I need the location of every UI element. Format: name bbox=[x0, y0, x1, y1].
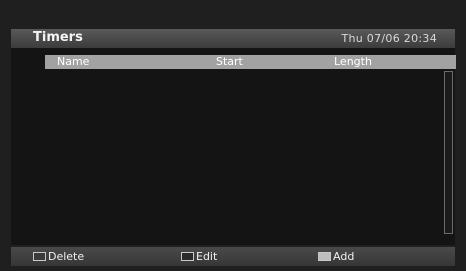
table-header: Name Start Length bbox=[45, 55, 456, 69]
column-header-name: Name bbox=[57, 55, 90, 68]
timer-list-panel: Name Start Length bbox=[11, 48, 456, 245]
column-header-length: Length bbox=[334, 55, 372, 68]
red-key-icon bbox=[33, 252, 46, 261]
page-title: Timers bbox=[33, 30, 83, 45]
color-key-bar: Delete Edit Add bbox=[11, 247, 455, 266]
add-key-label: Add bbox=[333, 250, 355, 263]
delete-key[interactable]: Delete bbox=[33, 251, 84, 262]
delete-key-label: Delete bbox=[48, 250, 85, 263]
add-key[interactable]: Add bbox=[318, 251, 354, 262]
edit-key[interactable]: Edit bbox=[181, 251, 217, 262]
title-bar: Timers Thu 07/06 20:34 bbox=[11, 29, 455, 48]
date-time-display: Thu 07/06 20:34 bbox=[341, 32, 437, 45]
edit-key-label: Edit bbox=[196, 250, 218, 263]
timers-screen: Timers Thu 07/06 20:34 Name Start Length… bbox=[0, 0, 466, 271]
scrollbar[interactable] bbox=[444, 71, 453, 234]
green-key-icon bbox=[181, 252, 194, 261]
column-header-start: Start bbox=[216, 55, 243, 68]
yellow-key-icon bbox=[318, 252, 331, 261]
